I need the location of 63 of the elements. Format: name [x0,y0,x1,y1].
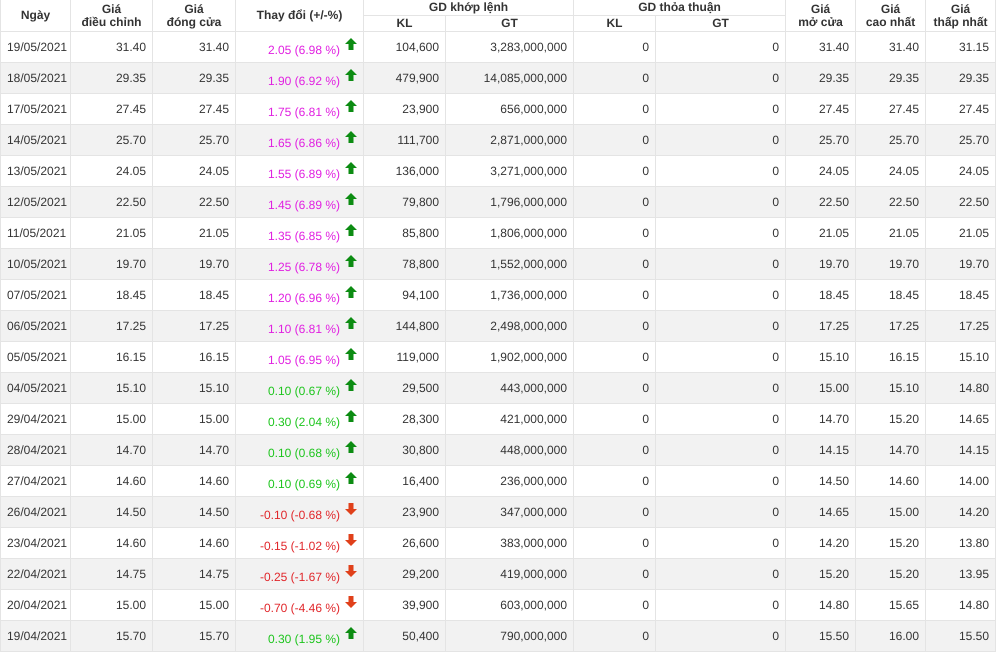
column-header: Thay đổi (+/-%) [236,0,364,32]
up-arrow-icon [345,100,357,112]
up-arrow-icon [345,68,357,80]
change-value: 1.55 (6.89 %) [268,166,340,180]
change-value: 1.20 (6.96 %) [268,290,340,304]
table-cell: 16.00 [856,620,926,652]
table-cell: 15.70 [152,620,236,652]
table-cell: 19/04/2021 [0,620,70,652]
down-arrow-icon [345,502,357,514]
column-header: GT [656,16,786,32]
column-header: KL [364,16,446,32]
change-value: 0.10 (0.68 %) [268,446,340,460]
up-arrow-icon [345,378,357,390]
table-cell: 50,400 [364,620,446,652]
change-value: 1.35 (6.85 %) [268,228,340,242]
column-header: GT [446,16,574,32]
up-arrow-icon [345,162,357,174]
table-cell: 0 [574,620,656,652]
up-arrow-icon [345,410,357,422]
column-header: Giá điều chỉnh [70,0,152,32]
up-arrow-icon [345,224,357,236]
up-arrow-icon [345,316,357,328]
change-value: 1.75 (6.81 %) [268,104,340,118]
table-cell: 0 [656,620,786,652]
up-arrow-icon [345,286,357,298]
down-arrow-icon [345,534,357,546]
table-cell: 15.50 [926,620,996,652]
change-value: -0.70 (-4.46 %) [260,600,340,614]
table-cell: 15.50 [786,620,856,652]
up-arrow-icon [345,192,357,204]
change-value: 1.25 (6.78 %) [268,260,340,274]
change-value: 0.10 (0.69 %) [268,476,340,490]
column-header: Giá đóng cửa [152,0,236,32]
change-value: 2.05 (6.98 %) [268,42,340,56]
column-header: Giá cao nhất [856,0,926,32]
up-arrow-icon [345,626,357,638]
column-header: Ngày [0,0,70,32]
column-header: Giá mở cửa [786,0,856,32]
change-value: -0.10 (-0.68 %) [260,508,340,522]
change-value: 1.45 (6.89 %) [268,198,340,212]
up-arrow-icon [345,254,357,266]
column-group-header: GD khớp lệnh [364,0,574,16]
table-cell: 790,000,000 [446,620,574,652]
change-value: 0.30 (1.95 %) [268,632,340,646]
change-value: 1.05 (6.95 %) [268,352,340,366]
change-value: 1.10 (6.81 %) [268,322,340,336]
down-arrow-icon [345,596,357,608]
up-arrow-icon [345,130,357,142]
column-header: KL [574,16,656,32]
up-arrow-icon [345,38,357,50]
change-value: -0.25 (-1.67 %) [260,570,340,584]
up-arrow-icon [345,472,357,484]
table-cell: 15.70 [70,620,152,652]
down-arrow-icon [345,564,357,576]
change-value: 1.65 (6.86 %) [268,136,340,150]
change-value: 0.30 (2.04 %) [268,414,340,428]
up-arrow-icon [345,348,357,360]
change-value: -0.15 (-1.02 %) [260,538,340,552]
change-value: 0.10 (0.67 %) [268,384,340,398]
change-value: 1.90 (6.92 %) [268,74,340,88]
column-header: Giá thấp nhất [926,0,996,32]
up-arrow-icon [345,440,357,452]
column-group-header: GD thỏa thuận [574,0,786,16]
